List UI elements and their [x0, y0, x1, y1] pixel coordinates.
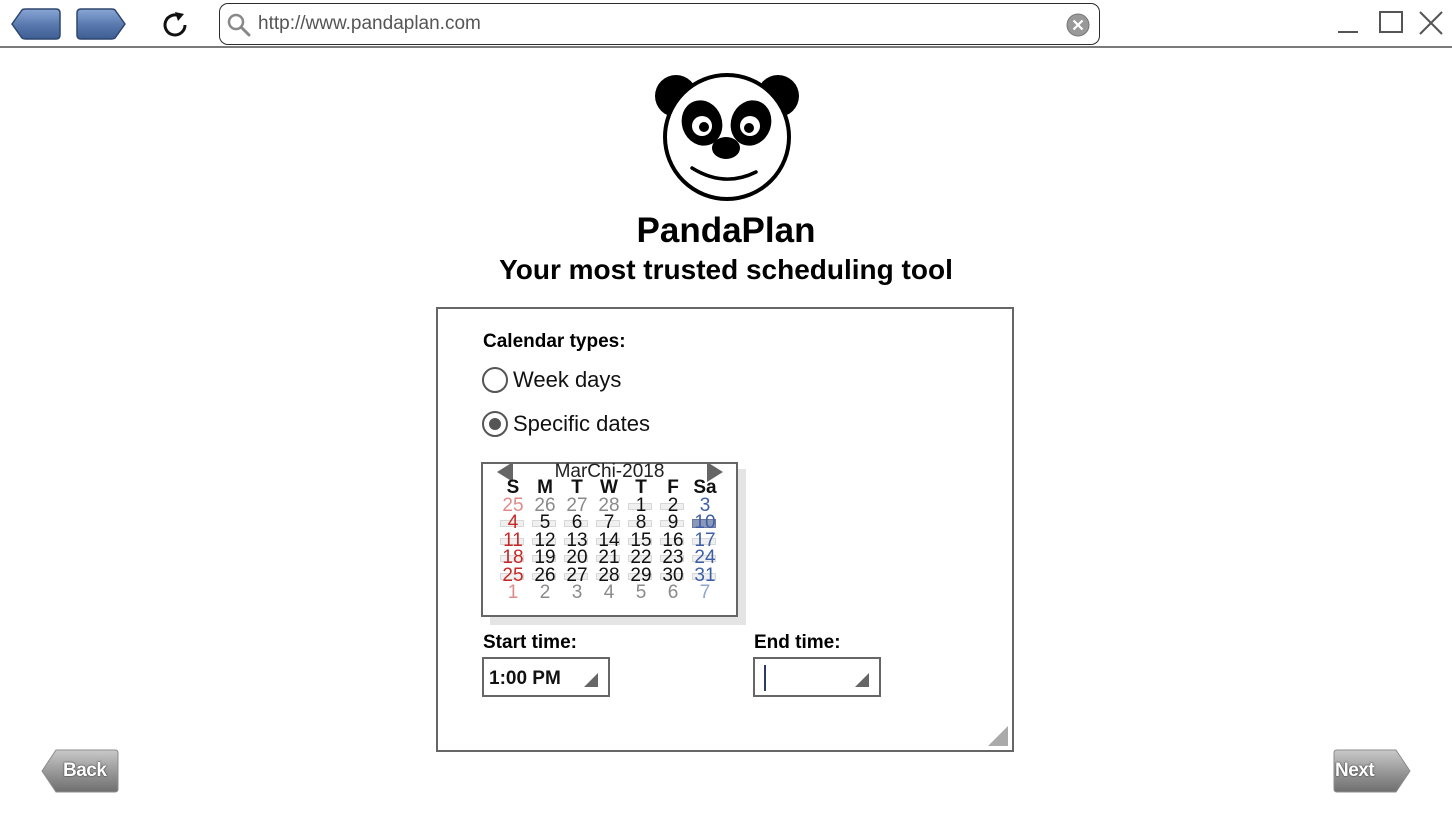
back-arrow-icon[interactable] — [10, 7, 62, 41]
radio-dot — [489, 418, 501, 430]
day-number: 5 — [635, 582, 647, 603]
resize-handle-icon[interactable] — [988, 726, 1008, 746]
start-time-label: Start time: — [483, 632, 577, 653]
maximize-icon[interactable] — [1377, 9, 1405, 37]
minimize-icon[interactable] — [1334, 9, 1362, 37]
radio-button[interactable] — [482, 367, 508, 393]
end-time-dropdown[interactable] — [753, 657, 881, 697]
calendar-types-label: Calendar types: — [483, 331, 626, 352]
back-button-label[interactable]: Back — [63, 760, 107, 782]
end-time-label: End time: — [754, 632, 841, 653]
day-number: 7 — [699, 582, 711, 603]
start-time-value: 1:00 PM — [489, 668, 561, 689]
clear-url-icon[interactable] — [1065, 12, 1091, 38]
radio-label[interactable]: Specific dates — [513, 411, 650, 437]
calendar-week-row: 1234567 — [497, 582, 727, 603]
day-number: 2 — [539, 582, 551, 603]
day-number: 3 — [571, 582, 583, 603]
next-button-label[interactable]: Next — [1335, 760, 1375, 782]
calendar-day[interactable]: 6 — [657, 582, 689, 603]
text-cursor — [764, 665, 766, 691]
day-number: 4 — [603, 582, 615, 603]
calendar-day[interactable]: 4 — [593, 582, 625, 603]
start-time-dropdown[interactable]: 1:00 PM — [482, 657, 610, 697]
day-number: 1 — [507, 582, 519, 603]
reload-icon[interactable] — [158, 8, 192, 42]
next-button[interactable]: Next — [1333, 749, 1411, 793]
url-text[interactable]: http://www.pandaplan.com — [258, 13, 481, 35]
radio-label[interactable]: Week days — [513, 367, 621, 393]
back-button[interactable]: Back — [41, 749, 119, 793]
forward-arrow-icon[interactable] — [75, 7, 127, 41]
calendar-day[interactable]: 7 — [689, 582, 721, 603]
radio-button-selected[interactable] — [482, 411, 508, 437]
calendar-day[interactable]: 3 — [561, 582, 593, 603]
browser-toolbar: http://www.pandaplan.com — [0, 0, 1452, 48]
app-title: PandaPlan — [636, 211, 816, 250]
scheduling-panel: Calendar types: Week days Specific dates… — [436, 307, 1014, 752]
search-icon — [227, 13, 251, 37]
day-number: 6 — [667, 582, 679, 603]
calendar-day[interactable]: 5 — [625, 582, 657, 603]
app-subtitle: Your most trusted scheduling tool — [499, 254, 953, 285]
dropdown-arrow-icon — [584, 673, 598, 687]
panda-logo-icon — [655, 73, 799, 201]
calendar-day[interactable]: 2 — [529, 582, 561, 603]
address-bar[interactable]: http://www.pandaplan.com — [219, 3, 1100, 45]
date-picker-calendar[interactable]: MarChi-2018 S M T W T F Sa 25 26 27 28 1 2 3 4 5 6 7 8 9 10… — [481, 462, 738, 617]
dropdown-arrow-icon — [855, 673, 869, 687]
close-icon[interactable] — [1417, 9, 1445, 37]
calendar-day[interactable]: 1 — [497, 582, 529, 603]
